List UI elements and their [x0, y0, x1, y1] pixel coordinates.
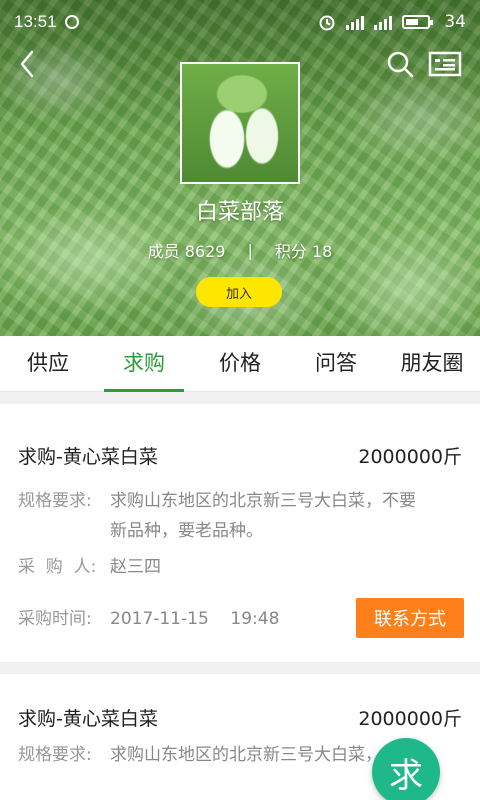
- time-label: 采购时间:: [18, 609, 92, 629]
- tab-bar: 供应 求购 价格 问答 朋友圈: [0, 336, 480, 392]
- spec-line-1: 求购山东地区的北京新三号大白菜，不要: [110, 491, 416, 511]
- purchase-time: 2017-11-15 19:48: [110, 609, 280, 629]
- spec-line-1: 求购山东地区的北京新三号大白菜，不要: [110, 745, 416, 765]
- spec-label: 规格要求:: [18, 491, 92, 511]
- stats-separator: |: [247, 240, 253, 260]
- tab-price[interactable]: 价格: [192, 336, 288, 391]
- spec-line-2: 新品种，要老品种。: [110, 521, 263, 541]
- status-bar: 13:51 34: [0, 0, 480, 44]
- signal-icon: [346, 14, 365, 30]
- battery-level: 34: [444, 12, 466, 32]
- clock-icon: [64, 15, 79, 29]
- group-avatar: [180, 62, 300, 184]
- purchase-fab-button[interactable]: 求: [372, 738, 440, 800]
- group-stats: 成员 8629 | 积分 18: [0, 238, 480, 262]
- spec-value: 求购山东地区的北京新三号大白菜，不要 新品种，要老品种。: [110, 486, 416, 546]
- join-button[interactable]: 加入: [196, 277, 282, 307]
- profile-card-button[interactable]: [428, 50, 462, 78]
- signal-icon-2: [374, 14, 393, 30]
- member-count: 成员 8629: [147, 242, 226, 261]
- search-icon: [387, 51, 414, 78]
- status-time: 13:51: [14, 12, 57, 31]
- battery-icon: [402, 15, 434, 29]
- contact-button[interactable]: 联系方式: [356, 598, 464, 638]
- group-name: 白菜部落: [195, 200, 284, 225]
- post-quantity: 2000000斤: [358, 446, 462, 468]
- search-button[interactable]: [384, 48, 416, 80]
- spec-label: 规格要求:: [18, 745, 92, 765]
- back-icon: [20, 50, 34, 78]
- list-item[interactable]: 求购-黄心菜白菜 2000000斤 规格要求: 求购山东地区的北京新三号大白菜，…: [0, 404, 480, 662]
- profile-card-icon: [428, 51, 462, 77]
- buyer-label: 采 购 人:: [18, 557, 97, 577]
- buyer-name: 赵三四: [110, 557, 161, 577]
- tab-moments[interactable]: 朋友圈: [384, 336, 480, 391]
- points-count: 积分 18: [274, 242, 333, 261]
- back-button[interactable]: [14, 48, 44, 80]
- post-quantity: 2000000斤: [358, 708, 462, 730]
- tab-qa[interactable]: 问答: [288, 336, 384, 391]
- tab-supply[interactable]: 供应: [0, 336, 96, 391]
- tab-purchase[interactable]: 求购: [96, 336, 192, 392]
- post-title: 求购-黄心菜白菜: [18, 446, 158, 468]
- alarm-icon: [319, 15, 335, 31]
- post-title: 求购-黄心菜白菜: [18, 708, 158, 730]
